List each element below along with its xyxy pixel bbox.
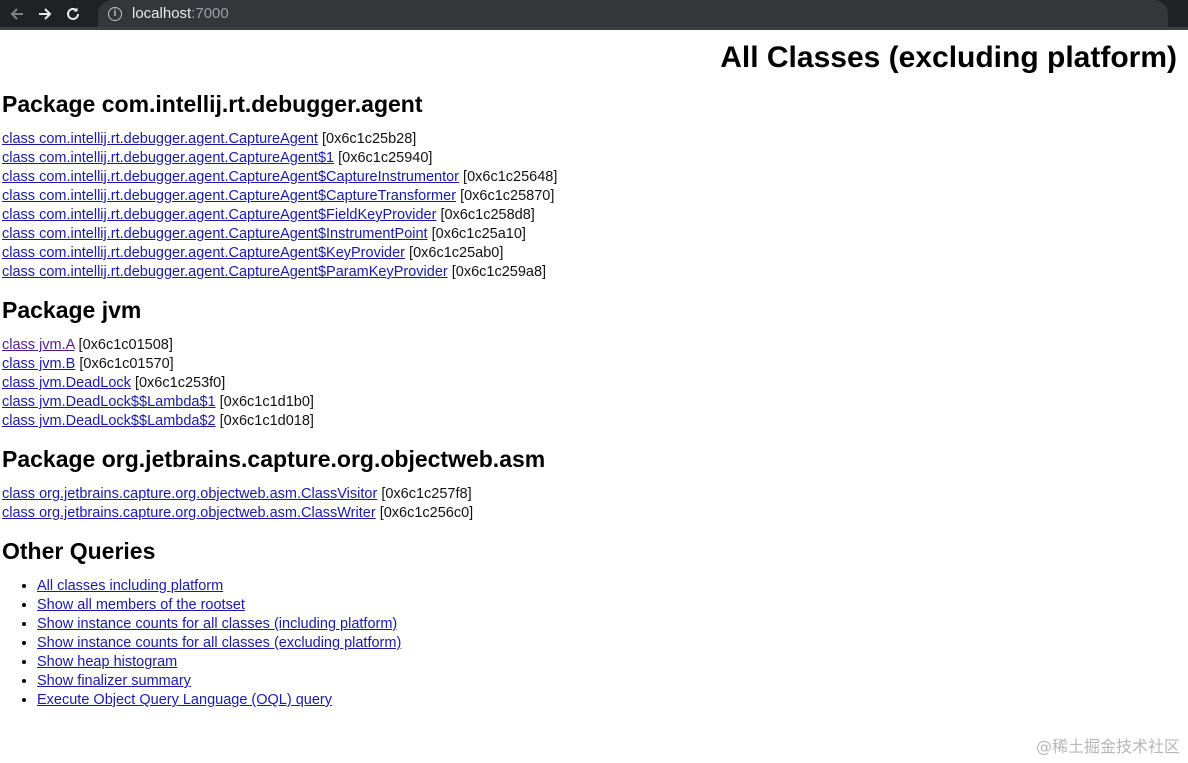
class-item: class com.intellij.rt.debugger.agent.Cap…	[2, 130, 1182, 149]
class-address: [0x6c1c257f8]	[381, 486, 472, 502]
class-item: class com.intellij.rt.debugger.agent.Cap…	[2, 149, 1182, 168]
query-link-finalizer-summary[interactable]: Show finalizer summary	[37, 673, 191, 689]
class-item: class com.intellij.rt.debugger.agent.Cap…	[2, 263, 1182, 282]
class-item: class jvm.DeadLock$$Lambda$2 [0x6c1c1d01…	[2, 412, 1182, 431]
class-link[interactable]: class com.intellij.rt.debugger.agent.Cap…	[2, 188, 456, 204]
class-link[interactable]: class org.jetbrains.capture.org.objectwe…	[2, 505, 376, 521]
class-link[interactable]: class jvm.DeadLock	[2, 375, 131, 391]
package-section: Package org.jetbrains.capture.org.object…	[2, 445, 1182, 523]
query-link-instance-counts-including[interactable]: Show instance counts for all classes (in…	[37, 616, 397, 632]
class-address: [0x6c1c253f0]	[134, 375, 226, 391]
class-address: [0x6c1c25a10]	[431, 226, 526, 242]
class-item: class com.intellij.rt.debugger.agent.Cap…	[2, 187, 1182, 206]
list-item: Show instance counts for all classes (ex…	[37, 634, 1182, 653]
class-address: [0x6c1c25940]	[338, 150, 433, 166]
query-link-rootset[interactable]: Show all members of the rootset	[37, 597, 245, 613]
list-item: All classes including platform	[37, 577, 1182, 596]
class-item: class jvm.DeadLock [0x6c1c253f0]	[2, 374, 1182, 393]
list-item: Show finalizer summary	[37, 672, 1182, 691]
class-address: [0x6c1c01508]	[78, 337, 173, 353]
class-address: [0x6c1c25648]	[463, 169, 558, 185]
class-list: class com.intellij.rt.debugger.agent.Cap…	[2, 130, 1182, 282]
class-link[interactable]: class jvm.DeadLock$$Lambda$2	[2, 413, 216, 429]
class-item: class com.intellij.rt.debugger.agent.Cap…	[2, 225, 1182, 244]
class-item: class jvm.B [0x6c1c01570]	[2, 355, 1182, 374]
other-queries-list: All classes including platform Show all …	[2, 577, 1182, 710]
class-link[interactable]: class com.intellij.rt.debugger.agent.Cap…	[2, 264, 448, 280]
class-link[interactable]: class com.intellij.rt.debugger.agent.Cap…	[2, 226, 428, 242]
class-list: class org.jetbrains.capture.org.objectwe…	[2, 485, 1182, 523]
class-link[interactable]: class com.intellij.rt.debugger.agent.Cap…	[2, 131, 318, 147]
query-link-heap-histogram[interactable]: Show heap histogram	[37, 654, 177, 670]
class-link[interactable]: class com.intellij.rt.debugger.agent.Cap…	[2, 150, 334, 166]
back-arrow-icon[interactable]	[6, 3, 28, 25]
other-queries-section: Other Queries All classes including plat…	[2, 537, 1182, 710]
class-link[interactable]: class com.intellij.rt.debugger.agent.Cap…	[2, 207, 436, 223]
other-queries-heading: Other Queries	[2, 538, 156, 564]
list-item: Show instance counts for all classes (in…	[37, 615, 1182, 634]
url-text: localhost:7000	[132, 5, 229, 22]
class-list: class jvm.A [0x6c1c01508] class jvm.B [0…	[2, 336, 1182, 431]
class-address: [0x6c1c25b28]	[322, 131, 417, 147]
class-address: [0x6c1c1d018]	[219, 413, 314, 429]
class-link[interactable]: class jvm.A	[2, 337, 75, 353]
class-address: [0x6c1c256c0]	[379, 505, 474, 521]
class-item: class com.intellij.rt.debugger.agent.Cap…	[2, 168, 1182, 187]
class-item: class org.jetbrains.capture.org.objectwe…	[2, 485, 1182, 504]
info-icon[interactable]: i	[108, 6, 122, 21]
class-item: class com.intellij.rt.debugger.agent.Cap…	[2, 206, 1182, 225]
class-link[interactable]: class com.intellij.rt.debugger.agent.Cap…	[2, 169, 459, 185]
list-item: Execute Object Query Language (OQL) quer…	[37, 691, 1182, 710]
class-address: [0x6c1c01570]	[79, 356, 174, 372]
address-bar[interactable]: i localhost:7000	[98, 0, 1168, 27]
class-address: [0x6c1c258d8]	[440, 207, 535, 223]
package-section: Package com.intellij.rt.debugger.agent c…	[2, 90, 1182, 282]
query-link-instance-counts-excluding[interactable]: Show instance counts for all classes (ex…	[37, 635, 401, 651]
class-address: [0x6c1c25870]	[460, 188, 555, 204]
page-title: All Classes (excluding platform)	[720, 41, 1177, 74]
class-link[interactable]: class com.intellij.rt.debugger.agent.Cap…	[2, 245, 405, 261]
class-link[interactable]: class jvm.DeadLock$$Lambda$1	[2, 394, 216, 410]
class-item: class com.intellij.rt.debugger.agent.Cap…	[2, 244, 1182, 263]
list-item: Show heap histogram	[37, 653, 1182, 672]
class-item: class jvm.A [0x6c1c01508]	[2, 336, 1182, 355]
page-content: All Classes (excluding platform) Package…	[0, 40, 1188, 710]
query-link-all-classes-including-platform[interactable]: All classes including platform	[37, 578, 223, 594]
package-heading: Package jvm	[2, 297, 142, 323]
package-heading: Package com.intellij.rt.debugger.agent	[2, 91, 423, 117]
class-link[interactable]: class org.jetbrains.capture.org.objectwe…	[2, 486, 377, 502]
reload-icon[interactable]	[62, 3, 84, 25]
class-item: class org.jetbrains.capture.org.objectwe…	[2, 504, 1182, 523]
package-heading: Package org.jetbrains.capture.org.object…	[2, 446, 546, 472]
class-link[interactable]: class jvm.B	[2, 356, 75, 372]
class-address: [0x6c1c25ab0]	[409, 245, 504, 261]
forward-arrow-icon[interactable]	[34, 3, 56, 25]
package-section: Package jvm class jvm.A [0x6c1c01508] cl…	[2, 296, 1182, 431]
list-item: Show all members of the rootset	[37, 596, 1182, 615]
class-item: class jvm.DeadLock$$Lambda$1 [0x6c1c1d1b…	[2, 393, 1182, 412]
browser-toolbar: i localhost:7000	[0, 0, 1188, 30]
class-address: [0x6c1c259a8]	[451, 264, 547, 280]
class-address: [0x6c1c1d1b0]	[219, 394, 314, 410]
watermark: @稀土掘金技术社区	[1035, 737, 1180, 756]
query-link-oql[interactable]: Execute Object Query Language (OQL) quer…	[37, 692, 332, 708]
